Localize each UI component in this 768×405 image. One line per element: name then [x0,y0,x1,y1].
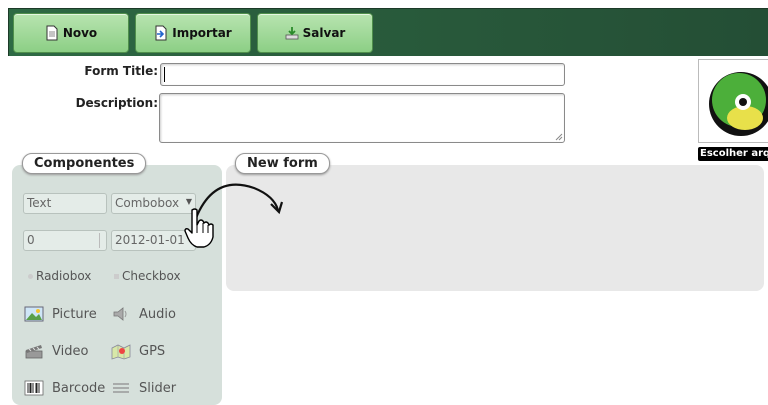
barcode-component[interactable]: Barcode [24,379,105,397]
audio-component[interactable]: Audio [111,305,176,323]
picture-component[interactable]: Picture [24,305,97,323]
text-cursor [164,67,165,82]
toolbar: Novo Importar Salvar [8,8,768,56]
choose-file-button[interactable]: Escolher arquivo [698,147,768,161]
description-label: Description: [75,96,158,110]
radio-icon [28,273,33,279]
form-title-label: Form Title: [84,64,158,78]
radiobox-component[interactable]: Radiobox [28,269,91,283]
hand-cursor-icon [184,208,214,248]
audio-icon [113,307,127,321]
slider-icon [113,383,129,393]
components-tab[interactable]: Componentes [22,153,147,174]
description-textarea[interactable] [159,93,565,143]
checkbox-icon [114,273,119,279]
video-icon [25,345,43,359]
import-button[interactable]: Importar [135,13,251,53]
logo-image [698,59,768,143]
spinner-icon [99,233,104,248]
resize-grip-icon[interactable] [555,133,563,141]
gps-component[interactable]: GPS [111,342,165,360]
form-title-input[interactable] [160,63,565,86]
barcode-icon [24,380,44,396]
gps-icon [111,344,131,360]
save-icon [285,27,299,40]
document-icon [46,25,58,41]
logo-icon [709,72,768,136]
checkbox-component[interactable]: Checkbox [114,269,181,283]
picture-icon [24,306,44,322]
slider-component[interactable]: Slider [111,379,176,397]
new-form-tab[interactable]: New form [235,153,330,174]
new-button[interactable]: Novo [13,13,129,53]
video-component[interactable]: Video [24,342,88,360]
new-form-panel[interactable] [226,165,764,291]
import-icon [155,25,167,41]
text-component[interactable]: Text [23,193,107,214]
number-component[interactable]: 0 [23,230,107,251]
save-button[interactable]: Salvar [257,13,373,53]
